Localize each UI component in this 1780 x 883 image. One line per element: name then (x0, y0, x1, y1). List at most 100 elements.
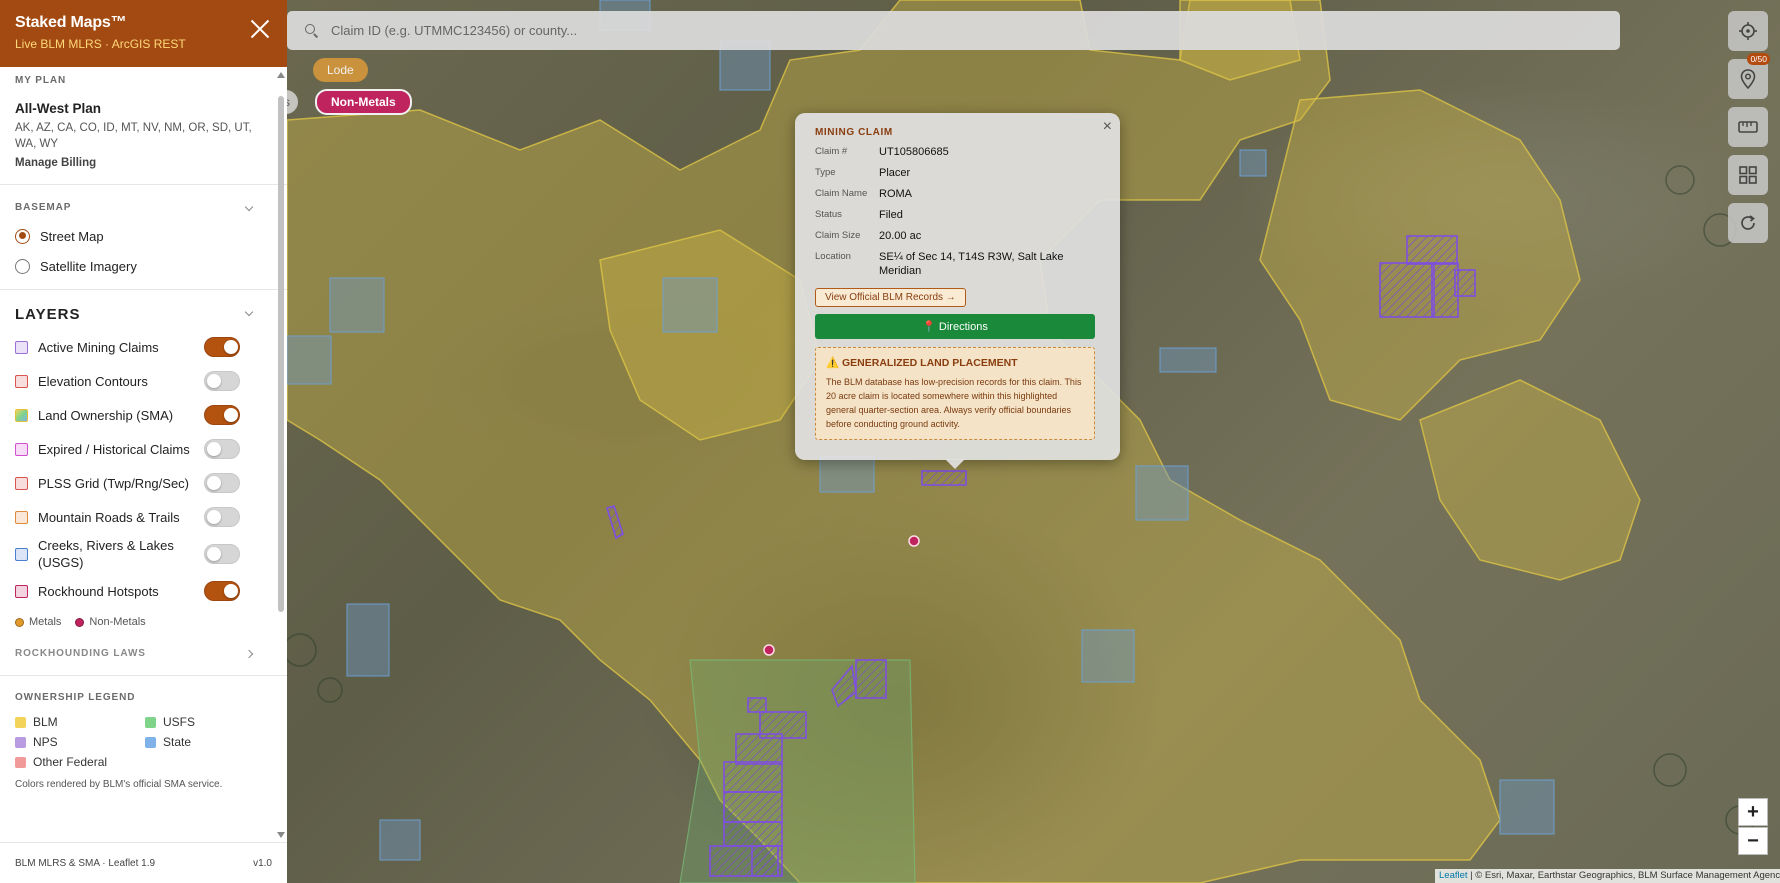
warning-body: The BLM database has low-precision recor… (826, 377, 1082, 429)
app-title: Staked Maps™ (15, 14, 127, 31)
layer-swatch (15, 374, 28, 388)
ownership-label: Other Federal (33, 755, 108, 769)
filter-chip-nonmetals[interactable]: Non-Metals (315, 89, 412, 115)
crosshair-icon (1739, 22, 1757, 40)
manage-billing-link[interactable]: Manage Billing (15, 157, 272, 169)
sidebar-scroll-area[interactable]: MY PLAN All-West Plan AK, AZ, CA, CO, ID… (0, 67, 287, 842)
pins-count-badge: 0/50 (1747, 53, 1770, 65)
saved-pins-button[interactable]: 0/50 (1728, 53, 1770, 99)
ownership-note: Colors rendered by BLM's official SMA se… (15, 779, 223, 790)
claim-detail-row: Claim Name ROMA (815, 187, 1099, 201)
basemap-section: BASEMAP Street Map Satellite Imagery (0, 185, 287, 289)
view-blm-records-button[interactable]: View Official BLM Records → (815, 288, 966, 307)
ownership-item: Other Federal (15, 755, 145, 769)
claim-details-table: Claim # UT105806685 Type Placer Claim Name… (815, 145, 1099, 278)
refresh-button[interactable] (1728, 203, 1768, 243)
grid-icon (1739, 166, 1757, 184)
layer-toggle[interactable] (204, 337, 240, 357)
scrollbar-thumb[interactable] (278, 96, 284, 612)
detail-key: Claim # (815, 146, 848, 157)
layer-toggle[interactable] (204, 473, 240, 493)
layer-swatch (15, 408, 28, 422)
detail-value: UT105806685 (879, 146, 949, 158)
basemap-option-label: Satellite Imagery (40, 258, 137, 274)
ownership-label: BLM (33, 715, 58, 729)
layer-toggle[interactable] (204, 371, 240, 391)
sidebar-footer: BLM MLRS & SMA · Leaflet 1.9 v1.0 (0, 842, 287, 883)
layer-label: Elevation Contours (38, 373, 148, 389)
detail-key: Location (815, 251, 851, 262)
layer-label: Land Ownership (SMA) (38, 407, 174, 423)
layer-toggle[interactable] (204, 544, 240, 564)
attribution-text: | © Esri, Maxar, Earthstar Geographics, … (1467, 870, 1780, 881)
detail-value: Placer (879, 167, 911, 179)
nonmetals-label: Non-Metals (89, 616, 146, 628)
sidebar-header: Staked Maps™ Live BLM MLRS · ArcGIS REST (0, 0, 287, 67)
layer-toggle[interactable] (204, 507, 240, 527)
metals-dot-icon (15, 617, 24, 627)
radio-selected-icon[interactable] (15, 228, 30, 244)
measure-button[interactable] (1728, 107, 1768, 147)
sidebar-scrollbar[interactable] (277, 70, 285, 840)
ownership-swatch (15, 756, 26, 768)
search-icon (305, 23, 319, 38)
rockhounding-laws-label: ROCKHOUNDING LAWS (15, 648, 146, 659)
layer-swatch (15, 442, 28, 456)
hotspot-legend: Metals Non-Metals (15, 616, 272, 628)
layer-row-land-ownership: Land Ownership (SMA) (15, 398, 272, 432)
refresh-icon (1741, 215, 1755, 230)
claim-detail-row: Type Placer (815, 166, 1099, 180)
mining-claim-popup: × MINING CLAIM Claim # UT105806685 Type Pl… (795, 113, 1120, 469)
ownership-item: NPS (15, 735, 145, 749)
ownership-item: BLM (15, 715, 145, 729)
layer-swatch (15, 340, 28, 354)
scroll-down-arrow-icon[interactable] (277, 832, 285, 838)
directions-button[interactable]: 📍 Directions (815, 314, 1095, 339)
detail-key: Type (815, 167, 836, 178)
layer-row-roads-trails: Mountain Roads & Trails (15, 500, 272, 534)
layer-row-expired-claims: Expired / Historical Claims (15, 432, 272, 466)
close-sidebar-icon[interactable] (249, 18, 271, 40)
layer-row-active-claims: Active Mining Claims (15, 330, 272, 364)
ownership-item: USFS (145, 715, 265, 729)
detail-value: Filed (879, 209, 903, 221)
scroll-up-arrow-icon[interactable] (277, 72, 285, 78)
filter-chip-lode[interactable]: Lode (313, 58, 368, 82)
metals-label: Metals (29, 616, 62, 628)
ownership-swatch (15, 736, 26, 748)
layers-grid-button[interactable] (1728, 155, 1768, 195)
rockhounding-laws-row[interactable]: ROCKHOUNDING LAWS (15, 628, 272, 675)
search-bar[interactable] (287, 11, 1620, 50)
leaflet-link[interactable]: Leaflet (1439, 870, 1468, 881)
layer-swatch (15, 584, 28, 598)
ownership-swatch (145, 736, 156, 748)
basemap-section-label: BASEMAP (15, 202, 72, 213)
layer-toggle[interactable] (204, 405, 240, 425)
ownership-label: USFS (163, 715, 196, 729)
basemap-option-satellite[interactable]: Satellite Imagery (15, 251, 272, 281)
layer-label: Expired / Historical Claims (38, 441, 190, 457)
ownership-swatch (145, 716, 156, 728)
layer-toggle[interactable] (204, 439, 240, 459)
basemap-option-street[interactable]: Street Map (15, 221, 272, 251)
search-input[interactable] (331, 23, 1531, 38)
layer-toggle[interactable] (204, 581, 240, 601)
detail-value: ROMA (879, 188, 912, 200)
layer-list: Active Mining Claims Elevation Contours … (15, 330, 272, 608)
map-pin-icon (1740, 69, 1756, 89)
layer-swatch (15, 547, 28, 561)
detail-key: Claim Size (815, 230, 861, 241)
zoom-in-button[interactable]: + (1738, 798, 1768, 826)
zoom-out-button[interactable]: − (1738, 827, 1768, 855)
locate-me-button[interactable] (1728, 11, 1768, 51)
plan-section: MY PLAN All-West Plan AK, AZ, CA, CO, ID… (0, 67, 287, 184)
map-attribution: Leaflet | © Esri, Maxar, Earthstar Geogr… (1435, 869, 1780, 883)
layer-label: Creeks, Rivers & Lakes (USGS) (38, 538, 174, 570)
popup-close-icon[interactable]: × (1103, 118, 1112, 136)
radio-unselected-icon[interactable] (15, 258, 30, 274)
footer-version: v1.0 (253, 857, 272, 869)
layer-swatch (15, 476, 28, 490)
detail-value: SE¼ of Sec 14, T14S R3W, Salt Lake Merid… (879, 251, 1064, 277)
layer-row-plss-grid: PLSS Grid (Twp/Rng/Sec) (15, 466, 272, 500)
ownership-section-label: OWNERSHIP LEGEND (15, 692, 136, 703)
